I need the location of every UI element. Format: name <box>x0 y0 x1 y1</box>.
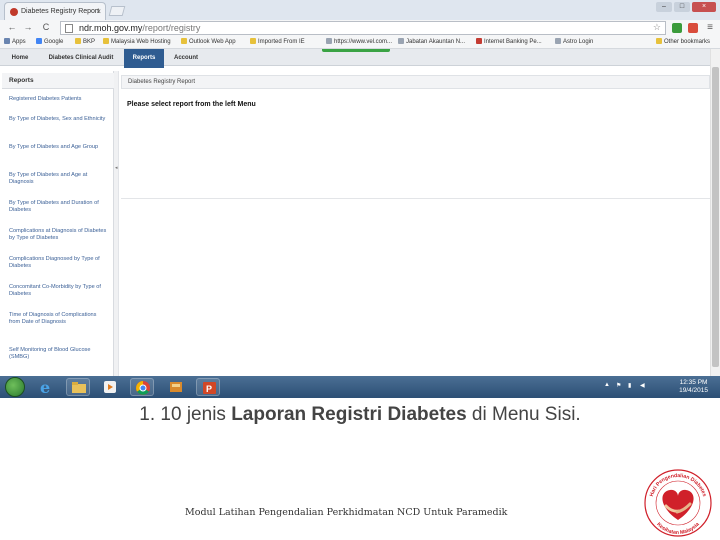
start-button[interactable] <box>5 377 25 397</box>
url-path: /report/registry <box>142 23 201 33</box>
bookmark-apps[interactable]: Apps <box>4 38 26 45</box>
content-message: Please select report from the left Menu <box>127 101 256 108</box>
tab-strip: Diabetes Registry Report × – □ × <box>0 0 720 20</box>
bookmark-other[interactable]: Other bookmarks <box>656 38 710 45</box>
folder-icon <box>656 38 662 44</box>
action-center-icon[interactable]: ⚑ <box>616 382 621 389</box>
caption-suffix: di Menu Sisi. <box>466 404 581 425</box>
tab-favicon-icon <box>10 8 18 16</box>
app-navigation: Home Diabetes Clinical Audit Reports Acc… <box>0 49 720 68</box>
folder-icon <box>250 38 256 44</box>
extension-green-icon[interactable] <box>672 23 682 33</box>
loading-indicator <box>322 49 390 52</box>
report-content: Diabetes Registry Report Please select r… <box>121 71 710 201</box>
bookmark-internet-banking[interactable]: Internet Banking Pe... <box>476 38 542 45</box>
bookmark-star-icon[interactable]: ☆ <box>653 22 661 33</box>
sidebar-item-duration[interactable]: By Type of Diabetes and Duration of Diab… <box>9 200 109 214</box>
chrome-icon[interactable] <box>130 378 154 396</box>
bank-icon <box>476 38 482 44</box>
ie-icon[interactable]: e <box>34 378 58 397</box>
tab-close-icon[interactable]: × <box>96 7 101 16</box>
divider <box>121 198 710 199</box>
page-icon <box>555 38 561 44</box>
new-tab-button[interactable] <box>108 6 126 16</box>
bookmark-bkp[interactable]: BKP <box>75 38 95 45</box>
window-controls: – □ × <box>656 2 716 16</box>
svg-text:e: e <box>40 378 50 396</box>
vertical-scrollbar[interactable] <box>710 49 720 376</box>
url-domain: ndr.moh.gov.my <box>79 23 143 33</box>
clock-date: 19/4/2015 <box>679 387 708 394</box>
bookmark-vel[interactable]: https://www.vel.com... <box>326 38 392 45</box>
sidebar-item-age-at-diagnosis[interactable]: By Type of Diabetes and Age at Diagnosis <box>9 172 109 186</box>
svg-text:P: P <box>206 384 212 394</box>
forward-icon[interactable]: → <box>22 22 34 32</box>
sidebar-item-sex-ethnicity[interactable]: By Type of Diabetes, Sex and Ethnicity <box>9 116 109 123</box>
minimize-button[interactable]: – <box>656 2 672 12</box>
page-icon <box>398 38 404 44</box>
network-icon[interactable]: ▮ <box>628 382 631 389</box>
bookmark-malaysia-web-hosting[interactable]: Malaysia Web Hosting <box>103 38 171 45</box>
sidebar-splitter[interactable]: ◂ <box>114 71 119 376</box>
bookmarks-bar: Apps Google BKP Malaysia Web Hosting Out… <box>0 36 720 49</box>
google-icon <box>36 38 42 44</box>
bookmark-outlook[interactable]: Outlook Web App <box>181 38 236 45</box>
address-bar[interactable]: ndr.moh.gov.my/report/registry ☆ <box>60 21 666 35</box>
diabetes-day-logo: Hari Pengendalian Diabetes Kesihatan Mal… <box>640 468 716 538</box>
tab-title: Diabetes Registry Report <box>21 8 100 15</box>
folder-icon <box>181 38 187 44</box>
slide-footer: Modul Latihan Pengendalian Perkhidmatan … <box>185 507 508 518</box>
caption-bold: Laporan Registri Diabetes <box>231 404 467 425</box>
system-tray: ▲ ⚑ ▮ ◀ 12:35 PM 19/4/2015 <box>600 376 720 398</box>
page-icon <box>326 38 332 44</box>
sidebar-item-age-group[interactable]: By Type of Diabetes and Age Group <box>9 144 109 151</box>
archive-icon[interactable] <box>164 378 188 396</box>
nav-reports[interactable]: Reports <box>124 49 164 68</box>
extension-red-icon[interactable] <box>688 23 698 33</box>
nav-account[interactable]: Account <box>166 49 206 66</box>
content-header: Diabetes Registry Report <box>121 75 710 89</box>
folder-icon <box>75 38 81 44</box>
sidebar-item-complications-at-diagnosis[interactable]: Complications at Diagnosis of Diabetes b… <box>9 228 109 242</box>
browser-tab[interactable]: Diabetes Registry Report × <box>4 2 106 20</box>
sidebar-item-smbg[interactable]: Self Monitoring of Blood Glucose (SMBG) <box>9 347 109 361</box>
powerpoint-icon[interactable]: P <box>196 378 220 396</box>
sidebar-item-time-of-diagnosis[interactable]: Time of Diagnosis of Complications from … <box>9 312 109 326</box>
browser-window: Diabetes Registry Report × – □ × ← → C n… <box>0 0 720 398</box>
sidebar-item-co-morbidity[interactable]: Concomitant Co-Morbidity by Type of Diab… <box>9 284 109 298</box>
bookmark-google[interactable]: Google <box>36 38 63 45</box>
bookmark-jabatan-akauntan[interactable]: Jabatan Akauntan N... <box>398 38 465 45</box>
back-icon[interactable]: ← <box>6 22 18 32</box>
menu-icon[interactable]: ≡ <box>704 22 716 33</box>
taskbar-clock[interactable]: 12:35 PM 19/4/2015 <box>679 379 708 395</box>
sidebar-item-registered-patients[interactable]: Registered Diabetes Patients <box>9 96 109 103</box>
bookmark-imported-from-ie[interactable]: Imported From IE <box>250 38 305 45</box>
reports-sidebar: Reports Registered Diabetes Patients By … <box>2 71 114 376</box>
nav-home[interactable]: Home <box>2 49 38 66</box>
media-player-icon[interactable] <box>98 378 122 396</box>
slide-caption: 1. 10 jenis Laporan Registri Diabetes di… <box>0 404 720 426</box>
clock-time: 12:35 PM <box>679 379 708 386</box>
folder-icon <box>103 38 109 44</box>
maximize-button[interactable]: □ <box>674 2 690 12</box>
web-page: Home Diabetes Clinical Audit Reports Acc… <box>0 49 720 376</box>
scrollbar-thumb[interactable] <box>712 67 719 367</box>
volume-icon[interactable]: ◀ <box>640 382 645 389</box>
explorer-folder-icon[interactable] <box>66 378 90 396</box>
sidebar-item-complications-diagnosed[interactable]: Complications Diagnosed by Type of Diabe… <box>9 256 109 270</box>
collapse-arrow-icon[interactable]: ◂ <box>115 165 118 171</box>
windows-taskbar: e P ▲ ⚑ ▮ ◀ 12:35 PM 19/4/2015 <box>0 376 720 398</box>
bookmark-astro-login[interactable]: Astro Login <box>555 38 593 45</box>
page-icon <box>65 24 73 33</box>
show-hidden-icons-icon[interactable]: ▲ <box>604 382 610 388</box>
sidebar-title: Reports <box>2 73 114 89</box>
apps-grid-icon <box>4 38 10 44</box>
nav-diabetes-clinical-audit[interactable]: Diabetes Clinical Audit <box>40 49 122 66</box>
reload-icon[interactable]: C <box>40 22 52 32</box>
close-window-button[interactable]: × <box>692 2 716 12</box>
caption-prefix: 1. 10 jenis <box>139 404 232 425</box>
browser-toolbar: ← → C ndr.moh.gov.my/report/registry ☆ ≡ <box>0 20 720 36</box>
